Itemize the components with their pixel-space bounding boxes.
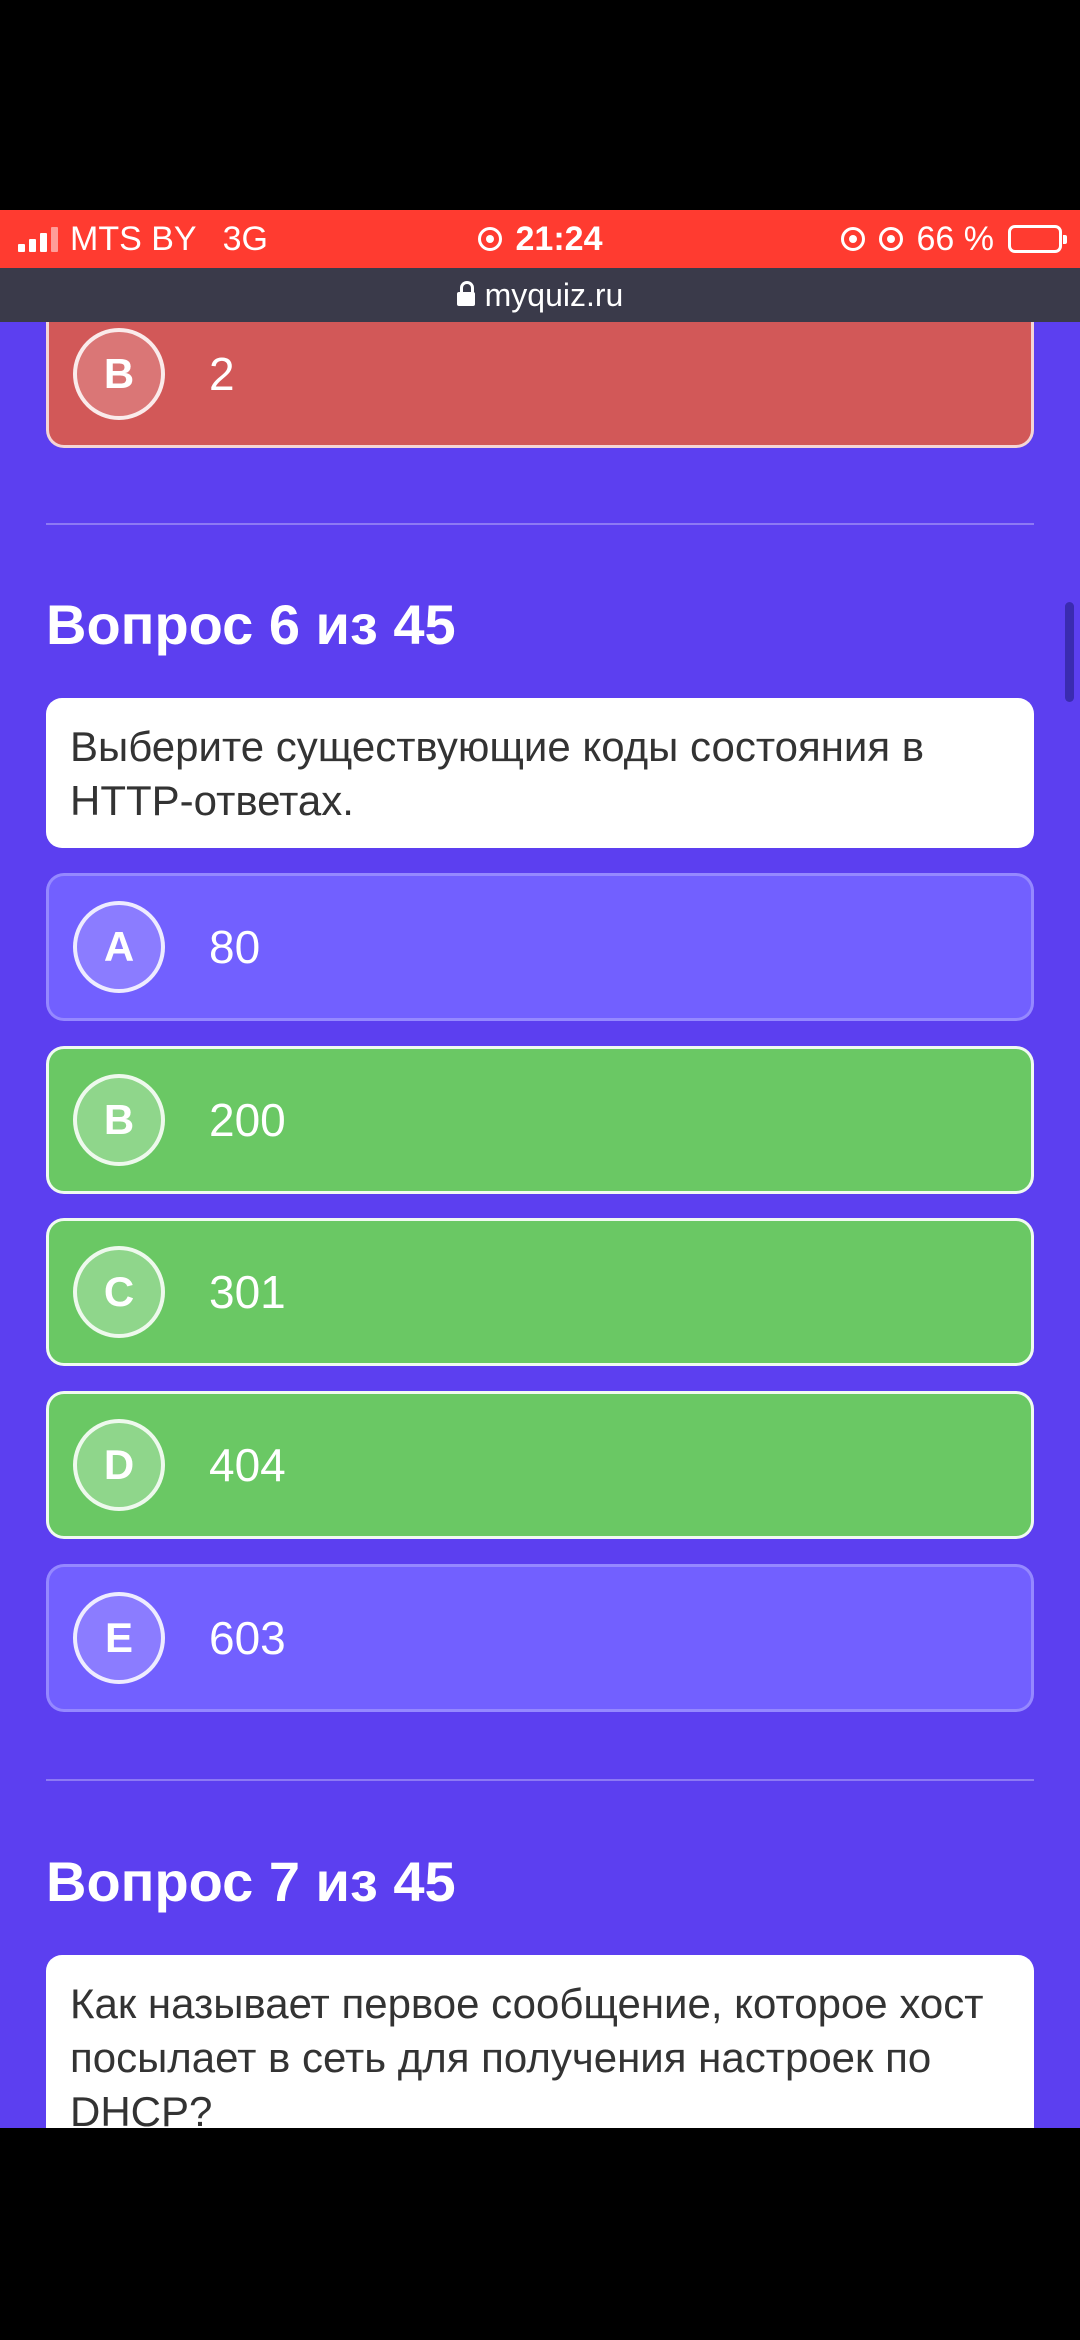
option-c[interactable]: C 301 xyxy=(46,1218,1034,1366)
recording-icon xyxy=(477,227,502,251)
option-text: 2 xyxy=(209,348,235,400)
scrollbar[interactable] xyxy=(1065,602,1074,702)
option-text: 404 xyxy=(209,1439,286,1491)
option-letter-badge: B xyxy=(73,1074,165,1166)
option-text: 603 xyxy=(209,1612,286,1664)
option-text: 301 xyxy=(209,1266,286,1318)
clock: 21:24 xyxy=(515,219,603,258)
carrier-name: MTS BY xyxy=(70,219,197,258)
option-text: 80 xyxy=(209,921,261,973)
option-letter-badge: E xyxy=(73,1592,165,1684)
question-7-text: Как называет первое сообщение, которое х… xyxy=(46,1955,1034,2128)
quiz-content: B 2 Вопрос 6 из 45 Выберите существующие… xyxy=(0,322,1080,2128)
battery-percent: 66 % xyxy=(916,219,995,258)
url-text: myquiz.ru xyxy=(484,276,624,313)
question-6-title: Вопрос 6 из 45 xyxy=(46,593,456,656)
lock-icon xyxy=(456,281,475,306)
option-d[interactable]: D 404 xyxy=(46,1391,1034,1539)
option-text: 200 xyxy=(209,1094,286,1146)
status-bar: MTS BY 3G 21:24 66 % xyxy=(0,210,1080,268)
alarm-icon xyxy=(878,227,903,251)
question-6-text: Выберите существующие коды состояния в H… xyxy=(46,698,1034,848)
divider xyxy=(46,523,1034,525)
rotation-lock-icon xyxy=(840,227,865,251)
option-letter-badge: B xyxy=(73,328,165,420)
prev-answer-option[interactable]: B 2 xyxy=(46,322,1034,448)
address-bar[interactable]: myquiz.ru xyxy=(0,268,1080,322)
divider xyxy=(46,1779,1034,1781)
option-a[interactable]: A 80 xyxy=(46,873,1034,1021)
option-e[interactable]: E 603 xyxy=(46,1564,1034,1712)
battery-icon xyxy=(1008,225,1067,253)
bottom-black-area xyxy=(0,2128,1080,2340)
network-type: 3G xyxy=(222,219,268,258)
question-7-title: Вопрос 7 из 45 xyxy=(46,1850,456,1913)
option-letter-badge: D xyxy=(73,1419,165,1511)
top-black-area xyxy=(0,0,1080,210)
signal-icon xyxy=(18,226,58,252)
option-letter-badge: C xyxy=(73,1246,165,1338)
option-b[interactable]: B 200 xyxy=(46,1046,1034,1194)
option-letter-badge: A xyxy=(73,901,165,993)
